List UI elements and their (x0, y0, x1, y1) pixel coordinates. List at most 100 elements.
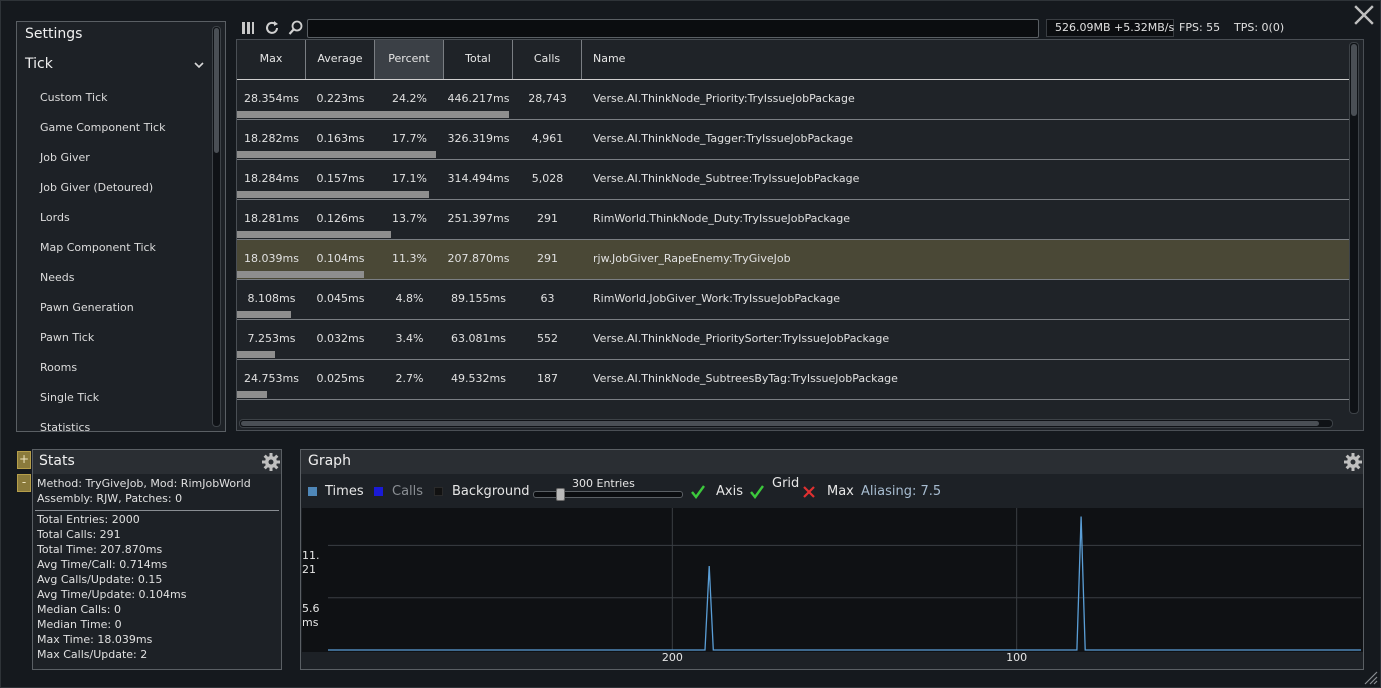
column-average[interactable]: Average (306, 40, 375, 79)
sidebar-item-needs[interactable]: Needs (40, 269, 165, 299)
grid-check-icon[interactable] (749, 484, 765, 500)
column-total[interactable]: Total (444, 40, 513, 79)
series-line-times (328, 516, 1361, 651)
graph-panel: Graph Times Calls Background 300 Entries… (300, 449, 1364, 670)
sidebar-item-map-component-tick[interactable]: Map Component Tick (40, 239, 165, 269)
cell-percent: 24.2% (392, 92, 427, 105)
axis-check-icon[interactable] (690, 484, 706, 500)
grid-toggle[interactable]: Grid (772, 476, 799, 491)
profiler-window: Settings Tick Custom Tick Game Component… (0, 0, 1381, 688)
category-tick-dropdown[interactable]: Tick (25, 56, 205, 72)
cell-max: 7.253ms (247, 332, 296, 345)
sidebar-item-custom-tick[interactable]: Custom Tick (40, 89, 165, 119)
cell-average: 0.104ms (316, 252, 365, 265)
times-color-swatch[interactable] (308, 487, 317, 496)
background-color-swatch[interactable] (434, 487, 443, 496)
table-vertical-scrollbar-thumb[interactable] (1351, 44, 1357, 116)
cell-total: 326.319ms (447, 132, 510, 145)
table-horizontal-scrollbar[interactable] (239, 419, 1333, 428)
settings-panel: Settings Tick Custom Tick Game Component… (16, 21, 226, 432)
table-row[interactable]: 7.253ms 0.032ms 3.4% 63.081ms 552 Verse.AI.Th… (237, 320, 1349, 360)
y-tick-label: 11.21 (302, 549, 320, 576)
entries-slider-handle[interactable] (556, 488, 565, 501)
table-row[interactable]: 28.354ms 0.223ms 24.2% 446.217ms 28,743 Verse… (237, 80, 1349, 120)
sidebar-item-pawn-tick[interactable]: Pawn Tick (40, 329, 165, 359)
graph-title: Graph (308, 453, 351, 469)
column-calls[interactable]: Calls (513, 40, 582, 79)
max-toggle[interactable]: Max (827, 484, 854, 499)
table-vertical-scrollbar[interactable] (1349, 42, 1359, 414)
graph-plot (328, 508, 1361, 651)
column-max[interactable]: Max (237, 40, 306, 79)
cell-calls: 187 (537, 372, 558, 385)
refresh-icon[interactable] (263, 19, 281, 37)
search-icon[interactable] (287, 19, 305, 37)
column-percent[interactable]: Percent (375, 40, 444, 79)
percent-bar (237, 351, 275, 358)
gear-icon[interactable] (1343, 452, 1363, 472)
remove-stats-button[interactable]: - (17, 474, 31, 492)
cell-name: Verse.AI.ThinkNode_PrioritySorter:TryIss… (593, 332, 890, 345)
aliasing-readout[interactable]: Aliasing: 7.5 (861, 484, 941, 499)
cell-name: RimWorld.ThinkNode_Duty:TryIssueJobPacka… (593, 212, 851, 225)
table-row[interactable]: 24.753ms 0.025ms 2.7% 49.532ms 187 Verse.AI.T… (237, 360, 1349, 400)
graph-plot-area: 11.21 5.6 ms (302, 508, 1363, 652)
stat-avg-calls-update: Avg Calls/Update: 0.15 (37, 573, 163, 586)
table-row[interactable]: 18.282ms 0.163ms 17.7% 326.319ms 4,961 Verse.… (237, 120, 1349, 160)
table-row[interactable]: 8.108ms 0.045ms 4.8% 89.155ms 63 RimWorld.Job… (237, 280, 1349, 320)
table-horizontal-scrollbar-thumb[interactable] (241, 421, 1319, 426)
stat-max-calls-update: Max Calls/Update: 2 (37, 648, 148, 661)
cell-total: 207.870ms (447, 252, 510, 265)
cell-average: 0.126ms (316, 212, 365, 225)
calls-toggle[interactable]: Calls (392, 484, 423, 499)
cell-percent: 2.7% (395, 372, 424, 385)
background-toggle[interactable]: Background (452, 484, 530, 499)
cell-name: Verse.AI.ThinkNode_Tagger:TryIssueJobPac… (593, 132, 854, 145)
percent-bar (237, 391, 267, 398)
stat-max-time: Max Time: 18.039ms (37, 633, 153, 646)
cell-max: 18.039ms (244, 252, 299, 265)
sidebar-scrollbar-thumb[interactable] (214, 28, 219, 153)
axis-toggle[interactable]: Axis (716, 484, 743, 499)
stat-avg-time-call: Avg Time/Call: 0.714ms (37, 558, 168, 571)
sidebar-item-game-component-tick[interactable]: Game Component Tick (40, 119, 165, 149)
table-row[interactable]: 18.039ms 0.104ms 11.3% 207.870ms 291 rjw.JobG… (237, 240, 1349, 280)
chevron-down-icon (194, 62, 204, 69)
x-tick-label: 100 (1006, 651, 1028, 664)
cell-percent: 4.8% (395, 292, 424, 305)
stats-header: Stats (33, 450, 281, 474)
stats-title: Stats (39, 453, 75, 469)
column-name[interactable]: Name (582, 40, 1349, 79)
resize-grip-icon[interactable] (1362, 669, 1378, 685)
cell-average: 0.163ms (316, 132, 365, 145)
sidebar-item-job-giver-detoured[interactable]: Job Giver (Detoured) (40, 179, 165, 209)
entries-slider[interactable] (533, 488, 683, 501)
sidebar-item-single-tick[interactable]: Single Tick (40, 389, 165, 419)
entries-label: 300 Entries (572, 477, 635, 490)
sidebar-item-statistics[interactable]: Statistics (40, 419, 165, 431)
sidebar-item-lords[interactable]: Lords (40, 209, 165, 239)
sidebar-item-job-giver[interactable]: Job Giver (40, 149, 165, 179)
sidebar-scrollbar[interactable] (212, 26, 221, 427)
gear-icon[interactable] (261, 452, 281, 472)
times-toggle[interactable]: Times (325, 484, 364, 499)
cell-total: 89.155ms (451, 292, 506, 305)
table-row[interactable]: 18.281ms 0.126ms 13.7% 251.397ms 291 RimWorld… (237, 200, 1349, 240)
cell-percent: 17.1% (392, 172, 427, 185)
cell-name: Verse.AI.ThinkNode_Subtree:TryIssueJobPa… (593, 172, 860, 185)
table-row[interactable]: 18.284ms 0.157ms 17.1% 314.494ms 5,028 Verse.… (237, 160, 1349, 200)
pause-icon[interactable] (239, 19, 257, 37)
tps-readout: TPS: 0(0) (1234, 21, 1285, 34)
add-stats-button[interactable]: + (17, 451, 31, 469)
calls-color-swatch[interactable] (374, 487, 383, 496)
sidebar-item-pawn-generation[interactable]: Pawn Generation (40, 299, 165, 329)
max-cross-icon[interactable] (801, 484, 817, 500)
graph-controls: Times Calls Background 300 Entries Axis … (301, 474, 1363, 508)
stat-median-time: Median Time: 0 (37, 618, 122, 631)
sidebar-item-rooms[interactable]: Rooms (40, 359, 165, 389)
stats-method-info: Method: TryGiveJob, Mod: RimJobWorld Ass… (37, 476, 277, 506)
cell-calls: 63 (540, 292, 555, 305)
cell-max: 8.108ms (247, 292, 296, 305)
search-input[interactable] (307, 19, 1039, 38)
x-tick-label: 200 (661, 651, 683, 664)
